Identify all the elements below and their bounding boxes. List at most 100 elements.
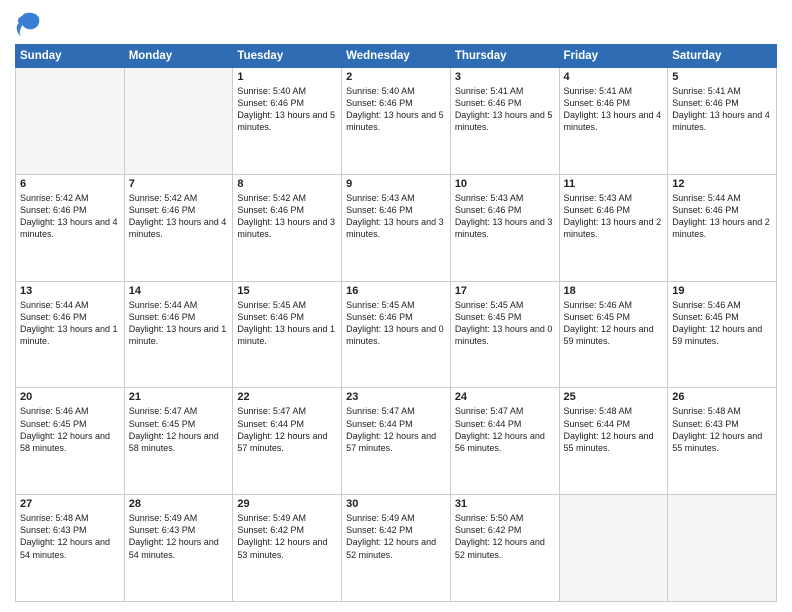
day-number: 19: [672, 285, 772, 297]
cell-text: Sunset: 6:43 PM: [672, 418, 772, 430]
day-number: 31: [455, 498, 555, 510]
cell-text: Daylight: 13 hours and 2 minutes.: [672, 216, 772, 240]
calendar-cell: 17Sunrise: 5:45 AMSunset: 6:45 PMDayligh…: [450, 281, 559, 388]
cell-text: Daylight: 12 hours and 59 minutes.: [672, 323, 772, 347]
day-number: 12: [672, 178, 772, 190]
cell-text: Sunrise: 5:48 AM: [672, 405, 772, 417]
cell-text: Sunrise: 5:45 AM: [237, 299, 337, 311]
cell-text: Daylight: 13 hours and 4 minutes.: [129, 216, 229, 240]
cell-text: Sunset: 6:45 PM: [129, 418, 229, 430]
cell-text: Sunrise: 5:42 AM: [20, 192, 120, 204]
calendar-cell: 2Sunrise: 5:40 AMSunset: 6:46 PMDaylight…: [342, 68, 451, 175]
calendar-cell: [668, 495, 777, 602]
cell-text: Sunrise: 5:41 AM: [564, 85, 664, 97]
calendar-cell: 26Sunrise: 5:48 AMSunset: 6:43 PMDayligh…: [668, 388, 777, 495]
cell-text: Sunrise: 5:49 AM: [237, 512, 337, 524]
day-number: 24: [455, 391, 555, 403]
day-number: 15: [237, 285, 337, 297]
cell-text: Sunrise: 5:44 AM: [672, 192, 772, 204]
cell-text: Sunset: 6:46 PM: [346, 311, 446, 323]
calendar-cell: 21Sunrise: 5:47 AMSunset: 6:45 PMDayligh…: [124, 388, 233, 495]
cell-text: Sunrise: 5:48 AM: [20, 512, 120, 524]
cell-text: Sunset: 6:46 PM: [455, 204, 555, 216]
cell-text: Sunset: 6:44 PM: [237, 418, 337, 430]
calendar-day-header: Friday: [559, 45, 668, 68]
day-number: 28: [129, 498, 229, 510]
calendar-cell: 18Sunrise: 5:46 AMSunset: 6:45 PMDayligh…: [559, 281, 668, 388]
calendar-cell: 3Sunrise: 5:41 AMSunset: 6:46 PMDaylight…: [450, 68, 559, 175]
cell-text: Sunset: 6:46 PM: [346, 204, 446, 216]
calendar-week-row: 13Sunrise: 5:44 AMSunset: 6:46 PMDayligh…: [16, 281, 777, 388]
cell-text: Daylight: 13 hours and 3 minutes.: [237, 216, 337, 240]
cell-text: Daylight: 13 hours and 3 minutes.: [455, 216, 555, 240]
cell-text: Daylight: 13 hours and 4 minutes.: [20, 216, 120, 240]
calendar-week-row: 6Sunrise: 5:42 AMSunset: 6:46 PMDaylight…: [16, 174, 777, 281]
day-number: 27: [20, 498, 120, 510]
calendar-cell: 28Sunrise: 5:49 AMSunset: 6:43 PMDayligh…: [124, 495, 233, 602]
calendar-cell: 16Sunrise: 5:45 AMSunset: 6:46 PMDayligh…: [342, 281, 451, 388]
cell-text: Sunset: 6:45 PM: [20, 418, 120, 430]
cell-text: Daylight: 13 hours and 0 minutes.: [346, 323, 446, 347]
cell-text: Daylight: 13 hours and 4 minutes.: [672, 109, 772, 133]
calendar-cell: 11Sunrise: 5:43 AMSunset: 6:46 PMDayligh…: [559, 174, 668, 281]
cell-text: Sunset: 6:42 PM: [237, 524, 337, 536]
calendar-cell: 13Sunrise: 5:44 AMSunset: 6:46 PMDayligh…: [16, 281, 125, 388]
cell-text: Sunrise: 5:46 AM: [20, 405, 120, 417]
cell-text: Sunrise: 5:45 AM: [455, 299, 555, 311]
cell-text: Daylight: 13 hours and 1 minute.: [20, 323, 120, 347]
cell-text: Sunrise: 5:41 AM: [455, 85, 555, 97]
calendar-cell: [559, 495, 668, 602]
calendar-cell: 15Sunrise: 5:45 AMSunset: 6:46 PMDayligh…: [233, 281, 342, 388]
cell-text: Sunrise: 5:45 AM: [346, 299, 446, 311]
cell-text: Daylight: 12 hours and 52 minutes.: [455, 536, 555, 560]
day-number: 29: [237, 498, 337, 510]
cell-text: Sunset: 6:46 PM: [129, 311, 229, 323]
cell-text: Sunset: 6:46 PM: [455, 97, 555, 109]
cell-text: Sunrise: 5:47 AM: [346, 405, 446, 417]
calendar-day-header: Wednesday: [342, 45, 451, 68]
cell-text: Sunset: 6:45 PM: [564, 311, 664, 323]
cell-text: Sunset: 6:46 PM: [672, 204, 772, 216]
calendar-day-header: Sunday: [16, 45, 125, 68]
day-number: 21: [129, 391, 229, 403]
calendar-cell: 24Sunrise: 5:47 AMSunset: 6:44 PMDayligh…: [450, 388, 559, 495]
cell-text: Sunrise: 5:47 AM: [455, 405, 555, 417]
calendar-day-header: Tuesday: [233, 45, 342, 68]
cell-text: Daylight: 12 hours and 52 minutes.: [346, 536, 446, 560]
logo: [15, 10, 46, 38]
calendar-cell: 12 Sunrise: 5:44 AMSunset: 6:46 PMDayligh…: [668, 174, 777, 281]
day-number: 30: [346, 498, 446, 510]
calendar-week-row: 27Sunrise: 5:48 AMSunset: 6:43 PMDayligh…: [16, 495, 777, 602]
cell-text: Daylight: 12 hours and 53 minutes.: [237, 536, 337, 560]
day-number: 7: [129, 178, 229, 190]
page: SundayMondayTuesdayWednesdayThursdayFrid…: [0, 0, 792, 612]
logo-icon: [15, 10, 43, 38]
cell-text: Daylight: 13 hours and 5 minutes.: [346, 109, 446, 133]
cell-text: Daylight: 12 hours and 55 minutes.: [564, 430, 664, 454]
calendar-week-row: 1Sunrise: 5:40 AMSunset: 6:46 PMDaylight…: [16, 68, 777, 175]
calendar-cell: 20Sunrise: 5:46 AMSunset: 6:45 PMDayligh…: [16, 388, 125, 495]
day-number: 8: [237, 178, 337, 190]
calendar-cell: 31Sunrise: 5:50 AMSunset: 6:42 PMDayligh…: [450, 495, 559, 602]
day-number: 1: [237, 71, 337, 83]
calendar-cell: 29 Sunrise: 5:49 AMSunset: 6:42 PMDayligh…: [233, 495, 342, 602]
calendar-table: SundayMondayTuesdayWednesdayThursdayFrid…: [15, 44, 777, 602]
calendar-day-header: Thursday: [450, 45, 559, 68]
day-number: 9: [346, 178, 446, 190]
cell-text: Daylight: 13 hours and 4 minutes.: [564, 109, 664, 133]
cell-text: Sunset: 6:46 PM: [237, 204, 337, 216]
cell-text: Sunset: 6:46 PM: [564, 97, 664, 109]
day-number: 3: [455, 71, 555, 83]
calendar-cell: 14Sunrise: 5:44 AMSunset: 6:46 PMDayligh…: [124, 281, 233, 388]
calendar-cell: 6Sunrise: 5:42 AMSunset: 6:46 PMDaylight…: [16, 174, 125, 281]
cell-text: Sunrise: 5:47 AM: [129, 405, 229, 417]
cell-text: Sunrise: 5:42 AM: [129, 192, 229, 204]
day-number: 20: [20, 391, 120, 403]
calendar-cell: 4Sunrise: 5:41 AMSunset: 6:46 PMDaylight…: [559, 68, 668, 175]
cell-text: Sunset: 6:44 PM: [346, 418, 446, 430]
cell-text: Sunset: 6:46 PM: [237, 97, 337, 109]
cell-text: Daylight: 12 hours and 54 minutes.: [129, 536, 229, 560]
cell-text: Sunrise: 5:40 AM: [346, 85, 446, 97]
day-number: 13: [20, 285, 120, 297]
day-number: 26: [672, 391, 772, 403]
